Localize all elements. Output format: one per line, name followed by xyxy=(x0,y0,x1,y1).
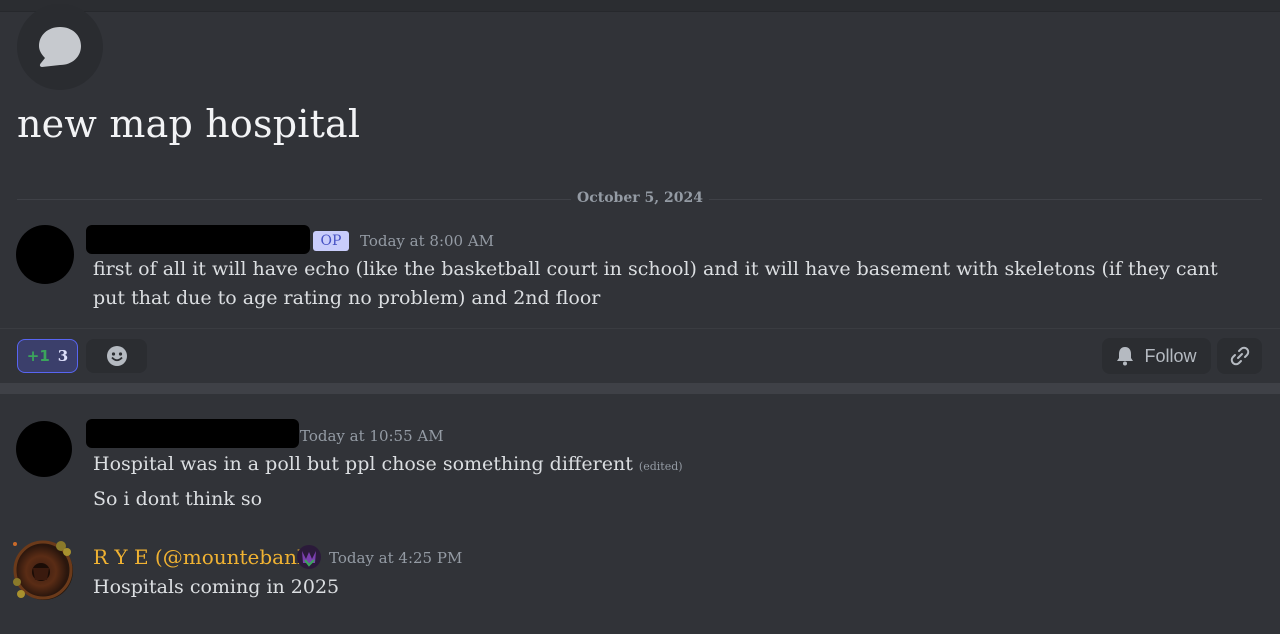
avatar-redacted[interactable] xyxy=(16,225,74,284)
chat-bubble-icon xyxy=(39,27,81,67)
avatar-decoration xyxy=(13,540,73,600)
date-divider: October 5, 2024 xyxy=(0,190,1280,206)
add-reaction-button[interactable] xyxy=(86,339,147,373)
avatar-redacted[interactable] xyxy=(16,421,72,477)
op-badge: OP xyxy=(313,231,349,251)
message-timestamp[interactable]: Today at 10:55 AM xyxy=(300,427,444,445)
thread-separator xyxy=(0,383,1280,394)
message-text: So i dont think so xyxy=(93,488,263,510)
top-bar xyxy=(0,0,1280,12)
message-text: Hospitals coming in 2025 xyxy=(93,576,340,598)
username-redacted[interactable] xyxy=(86,225,310,254)
reaction-count: 3 xyxy=(57,347,69,365)
link-icon xyxy=(1230,346,1249,366)
username-redacted[interactable] xyxy=(86,419,299,448)
follow-label: Follow xyxy=(1144,345,1197,366)
thread-title: new map hospital xyxy=(17,102,361,146)
edited-label: (edited) xyxy=(638,460,683,473)
avatar-rye[interactable] xyxy=(13,540,73,600)
message-timestamp[interactable]: Today at 8:00 AM xyxy=(360,232,494,250)
role-icon xyxy=(297,545,321,569)
message-text: Hospital was in a poll but ppl chose som… xyxy=(93,450,683,481)
copy-link-button[interactable] xyxy=(1217,338,1262,374)
date-divider-label: October 5, 2024 xyxy=(571,190,709,206)
thread-action-bar xyxy=(0,328,1280,383)
reaction-plus-one[interactable]: +1 3 xyxy=(17,339,78,373)
plus-one-icon: +1 xyxy=(26,347,50,365)
thread-icon xyxy=(17,4,103,90)
message-text-content: Hospital was in a poll but ppl chose som… xyxy=(93,453,633,475)
username-rye[interactable]: R Y E (@mountebank) xyxy=(93,545,317,569)
message-text: first of all it will have echo (like the… xyxy=(93,258,1218,309)
smile-icon xyxy=(106,346,127,366)
bell-icon xyxy=(1117,347,1134,366)
message-timestamp[interactable]: Today at 4:25 PM xyxy=(329,549,462,567)
follow-button[interactable]: Follow xyxy=(1102,338,1211,374)
